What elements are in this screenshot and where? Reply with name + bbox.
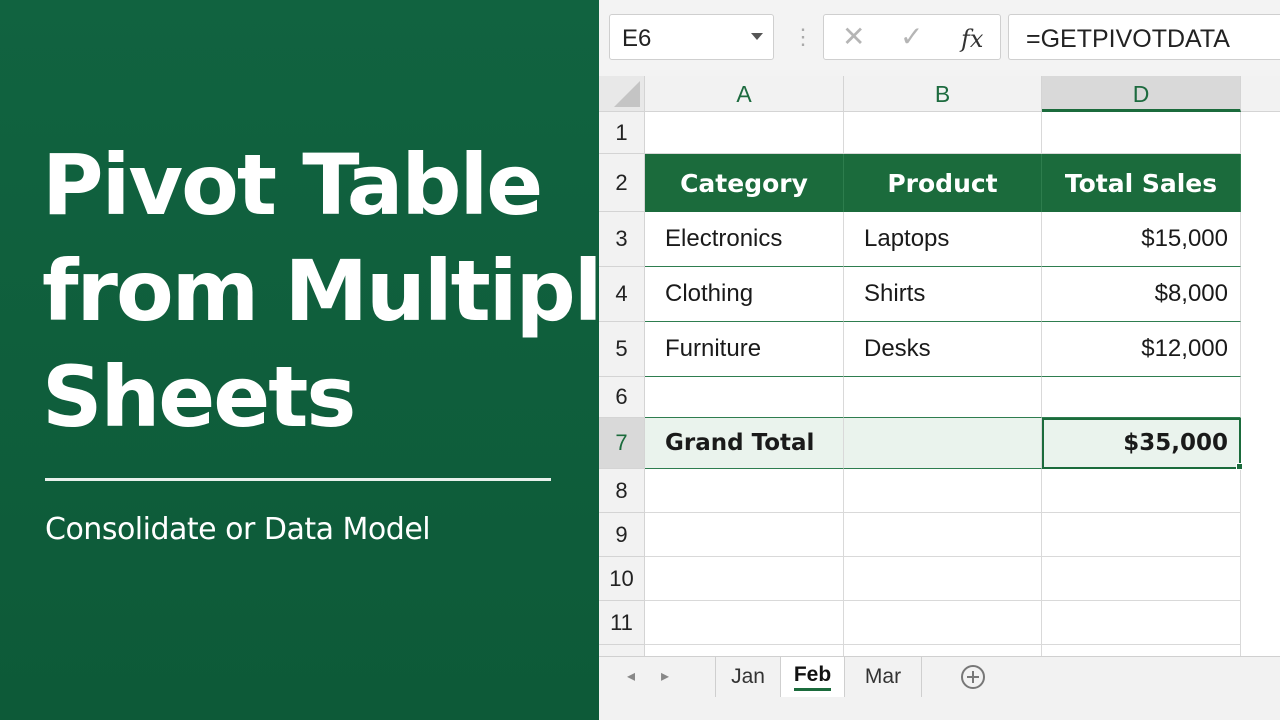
next-sheet-icon[interactable]: ▸ (661, 667, 669, 687)
hero-title: Pivot Table from Multiple Sheets (42, 132, 657, 450)
formula-buttons: ✕ ✓ fx (823, 14, 1001, 60)
sheet-tab-bar: ◂ ▸ Jan Feb Mar (599, 656, 1280, 720)
row-header-2[interactable]: 2 (599, 154, 645, 212)
chevron-down-icon[interactable] (751, 33, 763, 40)
column-header-e[interactable] (1241, 76, 1280, 112)
table-cell-product[interactable]: Shirts (844, 267, 1042, 322)
empty-cell[interactable] (1042, 645, 1241, 656)
sheet-tab-label: Mar (864, 665, 902, 688)
sheet-tab-feb[interactable]: Feb (781, 657, 845, 697)
empty-cell[interactable] (844, 513, 1042, 557)
row-header-10[interactable]: 10 (599, 557, 645, 601)
table-header-product[interactable]: Product (844, 154, 1042, 212)
empty-cell[interactable] (1042, 601, 1241, 645)
hero-title-line-1: Pivot Table (42, 136, 543, 234)
row-header-9[interactable]: 9 (599, 513, 645, 557)
more-options-icon[interactable]: ⋮ (792, 24, 814, 50)
empty-cell[interactable] (844, 601, 1042, 645)
hero-title-line-3: Sheets (42, 348, 356, 446)
cancel-icon[interactable]: ✕ (842, 23, 865, 51)
hero-title-line-2: from Multiple (42, 242, 657, 340)
cell-a1[interactable] (645, 112, 844, 154)
table-cell-category[interactable]: Clothing (645, 267, 844, 322)
grand-total-blank[interactable] (844, 418, 1042, 469)
row-header-7[interactable]: 7 (599, 418, 645, 469)
formula-input[interactable]: =GETPIVOTDATA (1008, 14, 1280, 60)
formula-bar: E6 ⋮ ✕ ✓ fx =GETPIVOTDATA (599, 0, 1280, 76)
row-header-3[interactable]: 3 (599, 212, 645, 267)
add-sheet-icon[interactable] (961, 665, 985, 689)
cell-d6[interactable] (1042, 377, 1241, 418)
enter-check-icon[interactable]: ✓ (900, 23, 923, 51)
row-header-1[interactable]: 1 (599, 112, 645, 154)
cell-b6[interactable] (844, 377, 1042, 418)
empty-cell[interactable] (645, 557, 844, 601)
name-box[interactable]: E6 (609, 14, 774, 60)
empty-cell[interactable] (1042, 557, 1241, 601)
sheet-tab-mar[interactable]: Mar (845, 657, 922, 697)
cell-b1[interactable] (844, 112, 1042, 154)
column-header-d[interactable]: D (1042, 76, 1241, 112)
empty-cell[interactable] (844, 645, 1042, 656)
spreadsheet-window: E6 ⋮ ✕ ✓ fx =GETPIVOTDATA A B D 1 2 3 4 … (599, 0, 1280, 720)
table-header-total-sales[interactable]: Total Sales (1042, 154, 1241, 212)
table-cell-category[interactable]: Electronics (645, 212, 844, 267)
fill-handle[interactable] (1236, 463, 1243, 470)
sheet-tab-label: Jan (731, 665, 765, 688)
row-header-4[interactable]: 4 (599, 267, 645, 322)
table-cell-sales[interactable]: $15,000 (1042, 212, 1241, 267)
grand-total-label[interactable]: Grand Total (645, 418, 844, 469)
row-header-11[interactable]: 11 (599, 601, 645, 645)
name-box-value: E6 (622, 25, 652, 52)
empty-cell[interactable] (844, 469, 1042, 513)
table-cell-sales[interactable]: $8,000 (1042, 267, 1241, 322)
table-header-category[interactable]: Category (645, 154, 844, 212)
select-all-corner[interactable] (599, 76, 645, 112)
empty-cell[interactable] (645, 469, 844, 513)
grand-total-value[interactable]: $35,000 (1042, 418, 1241, 469)
hero-divider (45, 478, 551, 481)
row-header-5[interactable]: 5 (599, 322, 645, 377)
hero-panel: Pivot Table from Multiple Sheets Consoli… (0, 0, 657, 720)
row-header-12[interactable] (599, 645, 645, 656)
row-header-8[interactable]: 8 (599, 469, 645, 513)
table-cell-category[interactable]: Furniture (645, 322, 844, 377)
insert-function-icon[interactable]: fx (961, 25, 983, 53)
sheet-tab-label: Feb (793, 663, 832, 691)
row-header-6[interactable]: 6 (599, 377, 645, 418)
column-header-a[interactable]: A (645, 76, 844, 112)
empty-cell[interactable] (1042, 469, 1241, 513)
worksheet-grid: A B D 1 2 3 4 5 6 7 8 9 10 11 Category P… (599, 76, 1280, 656)
column-header-b[interactable]: B (844, 76, 1042, 112)
empty-cell[interactable] (844, 557, 1042, 601)
empty-cell[interactable] (1042, 513, 1241, 557)
empty-cell[interactable] (645, 513, 844, 557)
previous-sheet-icon[interactable]: ◂ (627, 667, 635, 687)
table-cell-product[interactable]: Laptops (844, 212, 1042, 267)
table-cell-product[interactable]: Desks (844, 322, 1042, 377)
hero-subtitle: Consolidate or Data Model (45, 512, 431, 547)
sheet-tab-jan[interactable]: Jan (715, 657, 781, 697)
cell-d1[interactable] (1042, 112, 1241, 154)
empty-cell[interactable] (645, 601, 844, 645)
empty-cell[interactable] (645, 645, 844, 656)
cell-a6[interactable] (645, 377, 844, 418)
table-cell-sales[interactable]: $12,000 (1042, 322, 1241, 377)
